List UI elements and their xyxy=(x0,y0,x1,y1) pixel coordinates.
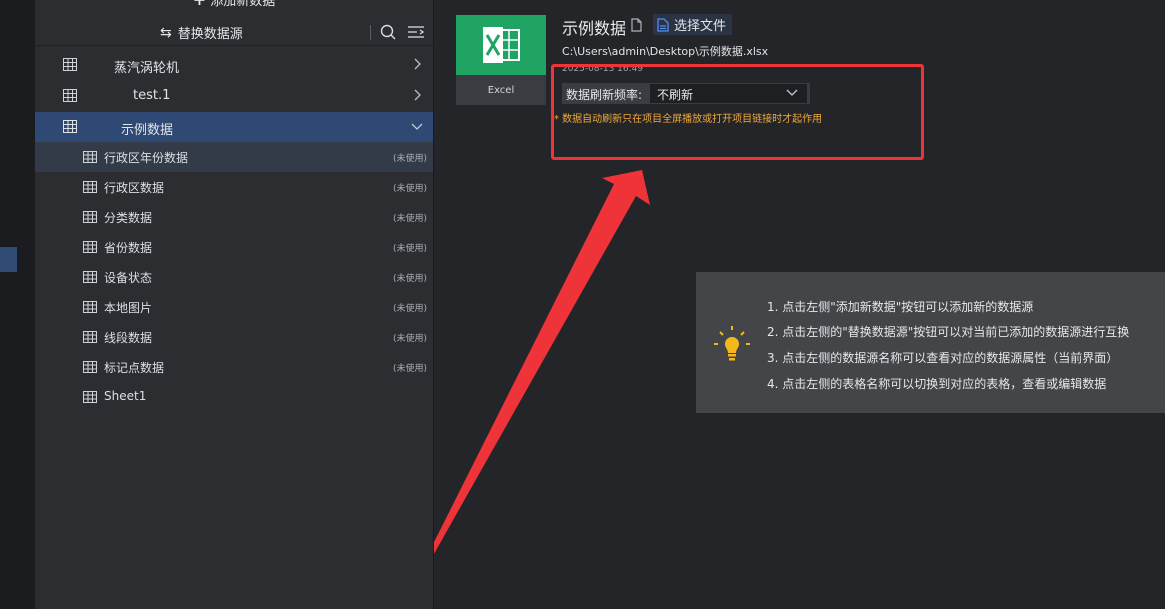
chevron-right-icon[interactable] xyxy=(411,89,423,101)
data-source-name: 示例数据 xyxy=(121,123,174,138)
data-source-item[interactable]: test.1 xyxy=(35,81,433,111)
copy-icon[interactable] xyxy=(630,18,643,33)
table-name: 分类数据 xyxy=(104,211,153,225)
table-list-item[interactable]: 线段数据 (未使用) xyxy=(35,322,433,352)
data-source-title: 示例数据 xyxy=(562,19,627,38)
table-grid-icon xyxy=(83,361,97,373)
table-usage-status: (未使用) xyxy=(392,244,427,254)
file-type-label: Excel xyxy=(487,84,515,96)
table-name: 省份数据 xyxy=(104,241,153,255)
table-usage-status: (未使用) xyxy=(392,154,427,164)
table-list-item[interactable]: 标记点数据 (未使用) xyxy=(35,352,433,382)
table-grid-icon xyxy=(83,391,97,403)
table-usage-status: (未使用) xyxy=(392,214,427,224)
data-source-sidebar: + 添加新数据 ⇆ 替换数据源 蒸汽涡轮机 xyxy=(35,0,433,609)
search-icon[interactable] xyxy=(380,24,396,40)
data-source-item[interactable]: 蒸汽涡轮机 xyxy=(35,50,433,80)
table-list-item[interactable]: 省份数据 (未使用) xyxy=(35,232,433,262)
replace-data-source-button[interactable]: ⇆ 替换数据源 xyxy=(160,19,243,46)
add-new-data-button[interactable]: + 添加新数据 xyxy=(35,0,433,9)
table-usage-status: (未使用) xyxy=(392,334,427,344)
table-grid-icon xyxy=(63,58,77,71)
table-grid-icon xyxy=(63,89,77,102)
left-edge-strip xyxy=(0,0,35,609)
highlight-box xyxy=(551,64,924,160)
tip-line: 2. 点击左侧的"替换数据源"按钮可以对当前已添加的数据源进行互换 xyxy=(767,325,1130,339)
table-list-item[interactable]: 设备状态 (未使用) xyxy=(35,262,433,292)
table-name: 行政区年份数据 xyxy=(104,151,189,165)
toolbar-divider xyxy=(370,25,371,40)
choose-file-button[interactable]: 选择文件 xyxy=(653,14,733,35)
data-source-detail-panel: Excel 示例数据 选择文件 C:\Users\admin\Desktop\示… xyxy=(433,0,1165,609)
table-name: 线段数据 xyxy=(104,331,153,345)
file-type-card: Excel xyxy=(456,15,546,105)
table-list-item[interactable]: 分类数据 (未使用) xyxy=(35,202,433,232)
table-usage-status: (未使用) xyxy=(392,184,427,194)
edge-active-marker xyxy=(0,247,17,272)
data-source-name: test.1 xyxy=(133,88,171,103)
table-name: Sheet1 xyxy=(104,389,147,403)
lightbulb-icon xyxy=(714,326,750,361)
table-name: 设备状态 xyxy=(104,271,153,285)
table-name: 标记点数据 xyxy=(104,361,165,375)
sidebar-toolbar: ⇆ 替换数据源 xyxy=(35,19,433,46)
table-usage-status: (未使用) xyxy=(392,274,427,284)
replace-data-source-label: 替换数据源 xyxy=(177,27,243,42)
table-list-item[interactable]: Sheet1 xyxy=(35,382,433,412)
tip-line: 1. 点击左侧"添加新数据"按钮可以添加新的数据源 xyxy=(767,300,1034,314)
table-usage-status: (未使用) xyxy=(392,364,427,374)
table-list-item[interactable]: 行政区数据 (未使用) xyxy=(35,172,433,202)
tip-line: 3. 点击左侧的数据源名称可以查看对应的数据源属性（当前界面） xyxy=(767,351,1119,365)
help-tips-panel: 1. 点击左侧"添加新数据"按钮可以添加新的数据源 2. 点击左侧的"替换数据源… xyxy=(696,272,1165,413)
chevron-down-icon[interactable] xyxy=(411,120,423,132)
excel-icon xyxy=(456,15,546,75)
choose-file-label: 选择文件 xyxy=(674,19,727,34)
table-grid-icon xyxy=(63,120,77,133)
tip-line: 4. 点击左侧的表格名称可以切换到对应的表格，查看或编辑数据 xyxy=(767,377,1107,391)
table-list-item[interactable]: 本地图片 (未使用) xyxy=(35,292,433,322)
table-grid-icon xyxy=(83,331,97,343)
filter-list-icon[interactable] xyxy=(407,24,425,40)
swap-icon: ⇆ xyxy=(160,24,172,41)
data-source-name: 蒸汽涡轮机 xyxy=(114,61,180,76)
table-grid-icon xyxy=(83,271,97,283)
table-name: 行政区数据 xyxy=(104,181,165,195)
table-grid-icon xyxy=(83,181,97,193)
table-grid-icon xyxy=(83,211,97,223)
add-new-data-label: 添加新数据 xyxy=(210,0,276,9)
table-grid-icon xyxy=(83,151,97,163)
file-icon xyxy=(657,17,669,32)
plus-icon: + xyxy=(193,0,206,9)
table-usage-status: (未使用) xyxy=(392,304,427,314)
table-grid-icon xyxy=(83,301,97,313)
table-grid-icon xyxy=(83,241,97,253)
data-source-item-selected[interactable]: 示例数据 xyxy=(35,112,433,142)
table-list-item[interactable]: 行政区年份数据 (未使用) xyxy=(35,142,433,172)
table-name: 本地图片 xyxy=(104,301,153,315)
file-path: C:\Users\admin\Desktop\示例数据.xlsx xyxy=(562,45,769,58)
chevron-right-icon[interactable] xyxy=(411,58,423,70)
